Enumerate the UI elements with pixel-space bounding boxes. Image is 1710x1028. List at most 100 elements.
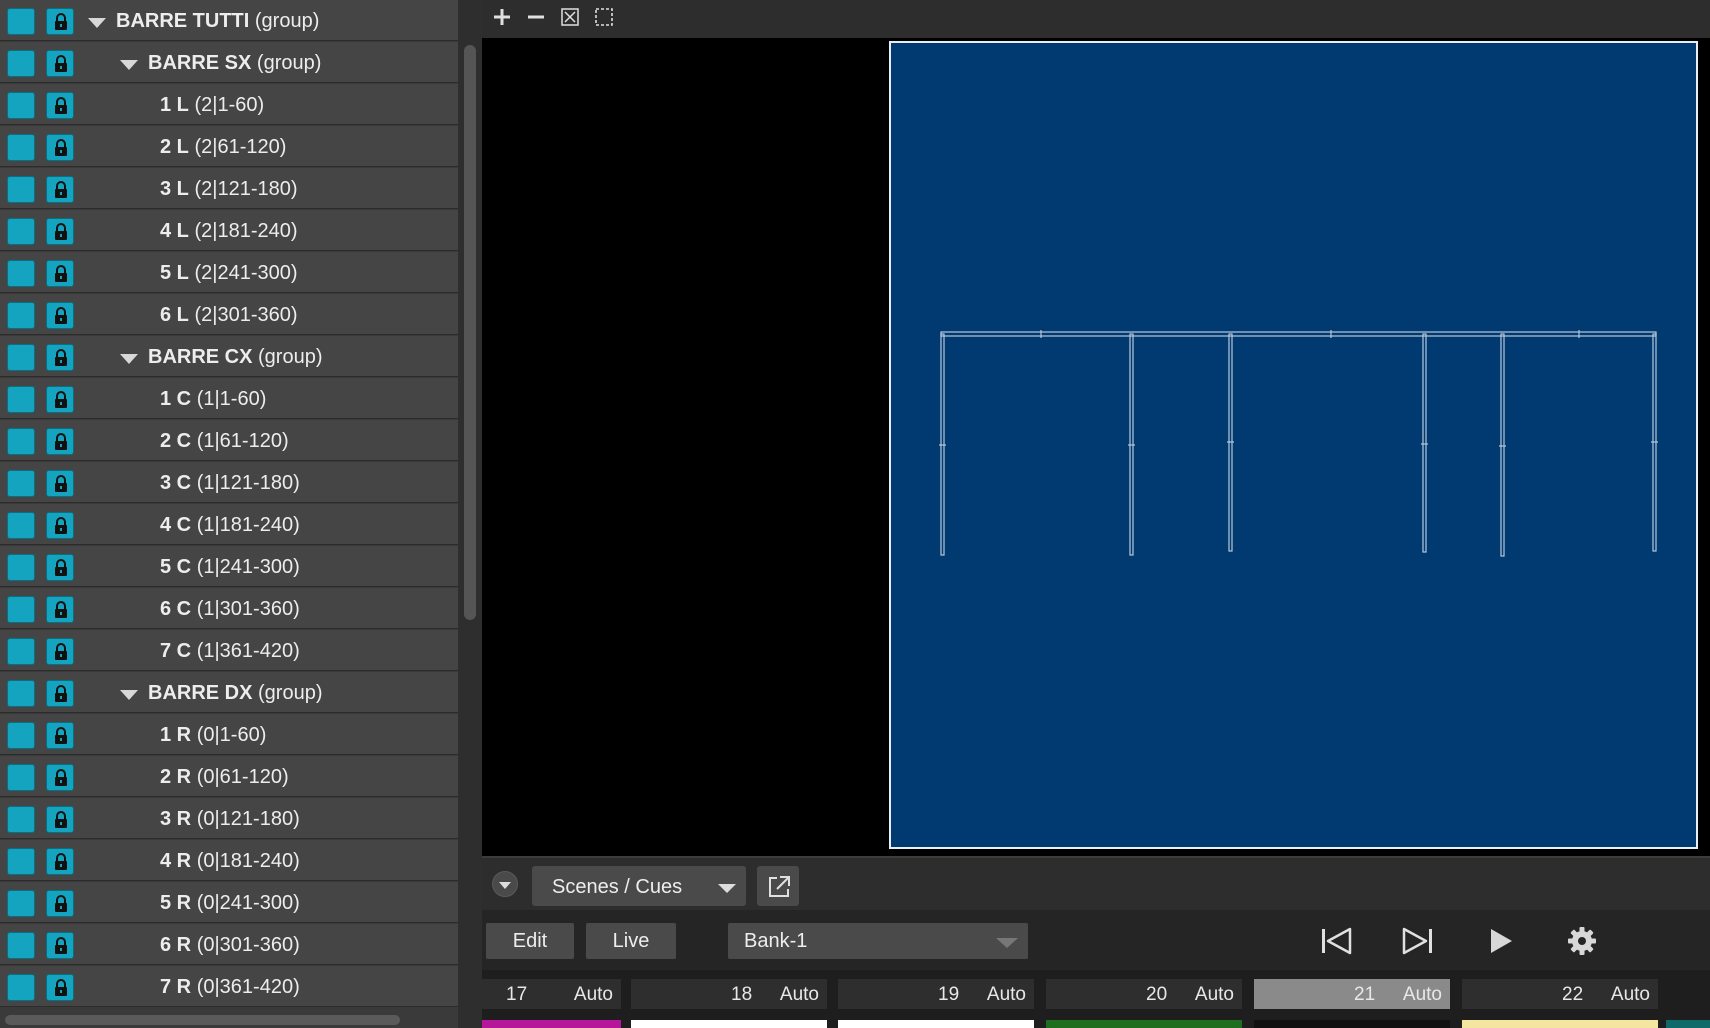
color-swatch[interactable]	[7, 8, 35, 35]
tree-fixture-row[interactable]: 6 C (1|301-360)	[0, 588, 458, 629]
play-icon[interactable]	[1482, 924, 1518, 958]
lock-toggle[interactable]	[46, 50, 74, 77]
tree-fixture-row[interactable]: 1 L (2|1-60)	[0, 84, 458, 125]
color-swatch[interactable]	[7, 890, 35, 917]
color-swatch[interactable]	[7, 470, 35, 497]
lock-toggle[interactable]	[46, 974, 74, 1001]
tree-fixture-row[interactable]: 7 R (0|361-420)	[0, 966, 458, 1007]
tree-fixture-row[interactable]: 3 R (0|121-180)	[0, 798, 458, 839]
color-swatch[interactable]	[7, 848, 35, 875]
color-swatch[interactable]	[7, 176, 35, 203]
tree-fixture-row[interactable]: 4 C (1|181-240)	[0, 504, 458, 545]
tree-group-row[interactable]: BARRE TUTTI (group)	[0, 0, 458, 41]
color-swatch[interactable]	[7, 428, 35, 455]
tree-fixture-row[interactable]: 3 C (1|121-180)	[0, 462, 458, 503]
selection-frame-icon[interactable]	[593, 6, 615, 28]
color-swatch[interactable]	[7, 638, 35, 665]
tree-fixture-row[interactable]: 5 L (2|241-300)	[0, 252, 458, 293]
color-swatch[interactable]	[7, 932, 35, 959]
tree-fixture-row[interactable]: 4 L (2|181-240)	[0, 210, 458, 251]
color-swatch[interactable]	[7, 722, 35, 749]
lock-toggle[interactable]	[46, 470, 74, 497]
zoom-in-icon[interactable]	[491, 6, 513, 28]
lock-toggle[interactable]	[46, 344, 74, 371]
cue-item[interactable]: 17 Auto	[482, 979, 621, 1009]
cue-item[interactable]: 18 Auto	[631, 979, 827, 1009]
color-swatch[interactable]	[7, 596, 35, 623]
lock-toggle[interactable]	[46, 218, 74, 245]
tree-fixture-row[interactable]: 3 L (2|121-180)	[0, 168, 458, 209]
tree-fixture-row[interactable]: 7 C (1|361-420)	[0, 630, 458, 671]
lock-toggle[interactable]	[46, 680, 74, 707]
skip-next-icon[interactable]	[1400, 924, 1436, 958]
vertical-scrollbar[interactable]	[464, 45, 476, 620]
lock-toggle[interactable]	[46, 554, 74, 581]
collapse-caret-icon[interactable]	[120, 354, 138, 364]
edit-button[interactable]: Edit	[486, 923, 574, 959]
color-swatch[interactable]	[7, 218, 35, 245]
stage-canvas[interactable]	[889, 41, 1698, 849]
lock-toggle[interactable]	[46, 638, 74, 665]
popout-button[interactable]	[757, 866, 799, 906]
lock-toggle[interactable]	[46, 596, 74, 623]
tree-group-row[interactable]: BARRE CX (group)	[0, 336, 458, 377]
tree-fixture-row[interactable]: 1 R (0|1-60)	[0, 714, 458, 755]
settings-gear-icon[interactable]	[1564, 924, 1600, 958]
color-swatch[interactable]	[7, 260, 35, 287]
cue-item[interactable]: 19 Auto	[838, 979, 1034, 1009]
bank-dropdown[interactable]: Bank-1	[728, 923, 1028, 959]
color-swatch[interactable]	[7, 680, 35, 707]
color-swatch[interactable]	[7, 554, 35, 581]
lock-toggle[interactable]	[46, 848, 74, 875]
fixture-name: BARRE CX	[148, 346, 253, 368]
tree-group-row[interactable]: BARRE DX (group)	[0, 672, 458, 713]
lock-toggle[interactable]	[46, 134, 74, 161]
tree-fixture-row[interactable]: 1 C (1|1-60)	[0, 378, 458, 419]
color-swatch[interactable]	[7, 344, 35, 371]
panel-type-dropdown[interactable]: Scenes / Cues	[532, 866, 746, 906]
color-swatch[interactable]	[7, 386, 35, 413]
collapse-panel-button[interactable]	[492, 871, 518, 897]
color-swatch[interactable]	[7, 50, 35, 77]
tree-fixture-row[interactable]: 2 L (2|61-120)	[0, 126, 458, 167]
tree-fixture-row[interactable]: 6 L (2|301-360)	[0, 294, 458, 335]
fit-to-view-icon[interactable]	[559, 6, 581, 28]
live-button[interactable]: Live	[586, 923, 676, 959]
tree-fixture-row[interactable]: 5 C (1|241-300)	[0, 546, 458, 587]
lock-toggle[interactable]	[46, 176, 74, 203]
color-swatch[interactable]	[7, 302, 35, 329]
tree-fixture-row[interactable]: 2 C (1|61-120)	[0, 420, 458, 461]
lock-toggle[interactable]	[46, 806, 74, 833]
tree-fixture-row[interactable]: 6 R (0|301-360)	[0, 924, 458, 965]
tree-group-row[interactable]: BARRE SX (group)	[0, 42, 458, 83]
zoom-out-icon[interactable]	[525, 6, 547, 28]
lock-toggle[interactable]	[46, 428, 74, 455]
horizontal-scrollbar[interactable]	[5, 1015, 400, 1025]
lock-toggle[interactable]	[46, 92, 74, 119]
lock-toggle[interactable]	[46, 890, 74, 917]
cue-item[interactable]: 20 Auto	[1046, 979, 1242, 1009]
color-swatch[interactable]	[7, 974, 35, 1001]
color-swatch[interactable]	[7, 806, 35, 833]
tree-fixture-row[interactable]: 4 R (0|181-240)	[0, 840, 458, 881]
collapse-caret-icon[interactable]	[88, 18, 106, 28]
cue-item[interactable]: 22 Auto	[1462, 979, 1658, 1009]
lock-toggle[interactable]	[46, 932, 74, 959]
tree-fixture-row[interactable]: 5 R (0|241-300)	[0, 882, 458, 923]
color-swatch[interactable]	[7, 92, 35, 119]
lock-toggle[interactable]	[46, 722, 74, 749]
color-swatch[interactable]	[7, 512, 35, 539]
color-swatch[interactable]	[7, 764, 35, 791]
lock-toggle[interactable]	[46, 512, 74, 539]
color-swatch[interactable]	[7, 134, 35, 161]
lock-toggle[interactable]	[46, 764, 74, 791]
lock-toggle[interactable]	[46, 302, 74, 329]
tree-fixture-row[interactable]: 2 R (0|61-120)	[0, 756, 458, 797]
lock-toggle[interactable]	[46, 8, 74, 35]
cue-item[interactable]: 21 Auto	[1254, 979, 1450, 1009]
collapse-caret-icon[interactable]	[120, 60, 138, 70]
collapse-caret-icon[interactable]	[120, 690, 138, 700]
lock-toggle[interactable]	[46, 260, 74, 287]
lock-toggle[interactable]	[46, 386, 74, 413]
skip-to-start-icon[interactable]	[1318, 924, 1354, 958]
